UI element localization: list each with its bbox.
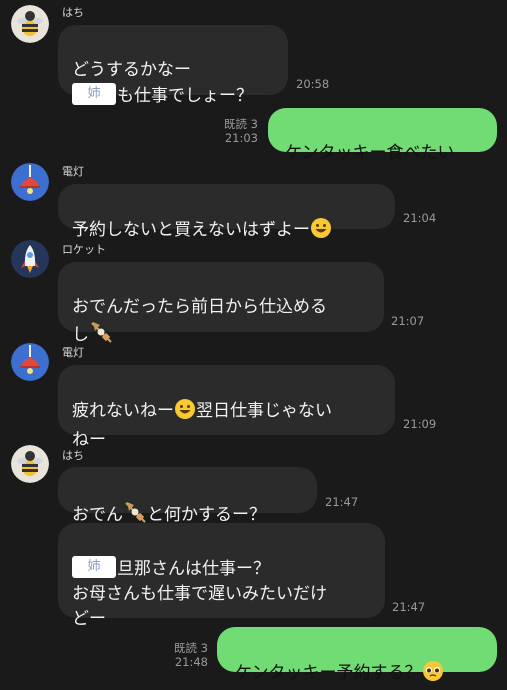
message-text: おでんだったら前日から仕込める <box>72 297 327 317</box>
message-text: 翌日仕事じゃない <box>196 401 332 421</box>
pleading-face-icon <box>422 660 444 690</box>
avatar[interactable] <box>11 343 49 381</box>
masked-name: 姉 <box>72 83 116 105</box>
bee-icon <box>11 5 49 43</box>
message-time: 21:07 <box>391 314 425 328</box>
message-text: お母さんも仕事で遅いみたいだけ <box>72 584 327 604</box>
message-bubble[interactable]: おでん と何かするー？ <box>58 467 317 525</box>
message-text: 疲れないねー <box>72 401 174 421</box>
message-text: どー <box>72 609 106 629</box>
read-receipt: 既読 3 21:48 <box>174 641 208 669</box>
smiling-face-icon <box>310 217 332 247</box>
message-text: どうするかなー <box>72 60 191 80</box>
sender-name: 電灯 <box>62 346 84 359</box>
sender-name: はち <box>62 449 84 462</box>
read-receipt: 既読 3 21:03 <box>224 117 258 145</box>
oden-icon <box>89 320 113 352</box>
message-time: 20:58 <box>296 77 330 91</box>
avatar[interactable] <box>11 163 49 201</box>
message-time: 21:48 <box>174 655 208 669</box>
lamp-icon <box>11 343 49 381</box>
message-text: ケンタッキー予約する？ <box>235 663 422 683</box>
lamp-icon <box>11 163 49 201</box>
message-text: ケンタッキー食べたい <box>285 143 455 163</box>
message-text: も仕事でしょー？ <box>117 86 253 106</box>
message-bubble[interactable]: 疲れないねー 翌日仕事じゃない ねー <box>58 365 395 450</box>
message-time: 21:47 <box>325 495 359 509</box>
avatar[interactable] <box>11 445 49 483</box>
sender-name: ロケット <box>62 243 106 256</box>
rocket-icon <box>11 240 49 278</box>
message-text: おでん <box>72 505 123 525</box>
sender-name: はち <box>62 6 84 19</box>
message-time: 21:47 <box>392 600 426 614</box>
message-text: 予約しないと買えないはずよー <box>72 220 310 240</box>
message-time: 21:03 <box>224 131 258 145</box>
avatar[interactable] <box>11 240 49 278</box>
smiling-face-icon <box>174 398 196 428</box>
message-text: 旦那さんは仕事ー？ <box>117 559 270 579</box>
message-bubble[interactable]: 姉旦那さんは仕事ー？ お母さんも仕事で遅いみたいだけ どー <box>58 523 385 629</box>
message-bubble[interactable]: ケンタッキー食べたい <box>268 108 497 163</box>
message-bubble[interactable]: 予約しないと買えないはずよー <box>58 184 395 240</box>
message-text: と何かするー？ <box>147 505 266 525</box>
sender-name: 電灯 <box>62 165 84 178</box>
message-bubble[interactable]: ケンタッキー予約する？ <box>217 627 497 683</box>
message-bubble[interactable]: どうするかなー姉も仕事でしょー？ <box>58 25 288 106</box>
avatar[interactable] <box>11 5 49 43</box>
masked-name: 姉 <box>72 556 116 578</box>
message-bubble[interactable]: おでんだったら前日から仕込めるし <box>58 262 384 345</box>
message-time: 21:04 <box>403 211 437 225</box>
bee-icon <box>11 445 49 483</box>
message-time: 21:09 <box>403 417 437 431</box>
message-text: し <box>72 325 89 345</box>
